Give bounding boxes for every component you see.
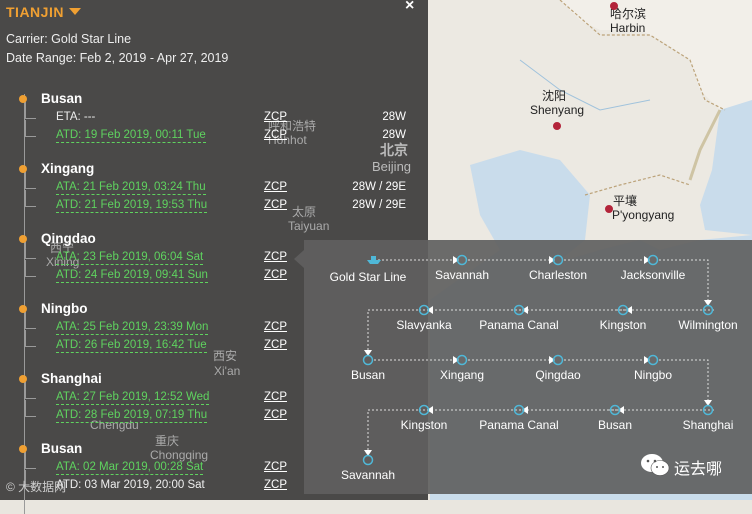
timeline-branch [25, 382, 36, 399]
route-stop-label: Panama Canal [479, 418, 559, 432]
route-stop-label: Busan [350, 368, 386, 382]
port-event-row: ETA: --- ZCP 28W [25, 102, 410, 128]
voyage-code: 28W [382, 129, 406, 141]
service-code-link[interactable]: ZCP [264, 321, 287, 333]
service-code-link[interactable]: ZCP [264, 479, 287, 491]
route-stop-node [362, 454, 374, 466]
wechat-icon [641, 454, 670, 476]
service-code-link[interactable]: ZCP [264, 181, 287, 193]
date-range-info: Date Range: Feb 2, 2019 - Apr 27, 2019 [6, 51, 229, 65]
route-stop-label: Shanghai [682, 418, 734, 432]
city-marker-harbin [610, 2, 618, 10]
timeline-branch [25, 330, 36, 347]
route-popup-pointer [294, 250, 304, 268]
event-time: ETA: --- [56, 111, 96, 123]
event-time: ATD: 03 Mar 2019, 20:00 Sat [56, 479, 205, 491]
event-time[interactable]: ATD: 28 Feb 2019, 07:19 Thu [56, 409, 208, 423]
route-stop-node [362, 354, 374, 366]
service-code-link[interactable]: ZCP [264, 111, 287, 123]
map-label-pyongyang: P'yongyang [612, 208, 675, 222]
route-stop-label: Slavyanka [396, 318, 452, 332]
map-label-shenyang: Shenyang [530, 103, 585, 117]
event-time[interactable]: ATA: 21 Feb 2019, 03:24 Thu [56, 181, 206, 195]
voyage-code: 28W / 29E [352, 181, 406, 193]
service-code-link[interactable]: ZCP [264, 409, 287, 421]
route-stop-label: Jacksonville [620, 268, 686, 282]
event-time[interactable]: ATA: 27 Feb 2019, 12:52 Wed [56, 391, 210, 405]
event-time[interactable]: ATD: 19 Feb 2019, 00:11 Tue [56, 129, 206, 143]
event-time[interactable]: ATA: 02 Mar 2019, 00:28 Sat [56, 461, 204, 475]
port-event-row: ATD: 21 Feb 2019, 19:53 Thu ZCP 28W / 29E [25, 190, 410, 216]
timeline-branch [25, 452, 36, 469]
timeline-branch [25, 242, 36, 259]
service-code-link[interactable]: ZCP [264, 391, 287, 403]
timeline-branch [25, 400, 36, 417]
service-code-link[interactable]: ZCP [264, 461, 287, 473]
route-stop-label: Savannah [434, 268, 490, 282]
timeline-branch [25, 260, 36, 277]
brand-watermark: 运去哪 [674, 461, 723, 478]
route-stop-label: Xingang [439, 368, 485, 382]
route-start-label: Gold Star Line [329, 270, 407, 284]
route-stop-label: Busan [597, 418, 633, 432]
route-stop-label: Panama Canal [479, 318, 559, 332]
map-label-pyongyang-cn: 平壤 [613, 194, 638, 208]
service-code-link[interactable]: ZCP [264, 269, 287, 281]
port-name: Ningbo [41, 301, 88, 316]
event-time[interactable]: ATA: 23 Feb 2019, 06:04 Sat [56, 251, 204, 265]
route-stop-label: Kingston [400, 418, 448, 432]
port-name: Busan [41, 441, 83, 456]
port-name: Xingang [41, 161, 95, 176]
timeline-branch [25, 172, 36, 189]
port-name: Qingdao [41, 231, 96, 246]
event-time[interactable]: ATD: 26 Feb 2019, 16:42 Tue [56, 339, 207, 353]
service-code-link[interactable]: ZCP [264, 129, 287, 141]
map-label-harbin-cn: 哈尔滨 [610, 7, 647, 21]
route-stop-label: Charleston [528, 268, 588, 282]
route-stop-label: Ningbo [633, 368, 673, 382]
city-marker-shenyang [553, 122, 561, 130]
port-event-row: ATA: 21 Feb 2019, 03:24 Thu ZCP 28W / 29E [25, 172, 410, 198]
port-name: Shanghai [41, 371, 102, 386]
carrier-info: Carrier: Gold Star Line [6, 32, 132, 46]
port-event-row: ATD: 19 Feb 2019, 00:11 Tue ZCP 28W [25, 120, 410, 146]
service-code-link[interactable]: ZCP [264, 199, 287, 211]
port-name: Busan [41, 91, 83, 106]
service-code-link[interactable]: ZCP [264, 251, 287, 263]
close-icon[interactable]: × [405, 0, 414, 15]
city-marker-pyongyang [605, 205, 613, 213]
timeline-branch [25, 102, 36, 119]
event-time[interactable]: ATD: 24 Feb 2019, 09:41 Sun [56, 269, 208, 283]
timeline-branch [25, 190, 36, 207]
map-label-shenyang-cn: 沈阳 [542, 89, 567, 103]
corner-watermark: © 大数据网 [6, 480, 67, 494]
caret-down-icon [68, 8, 81, 15]
voyage-code: 28W / 29E [352, 199, 406, 211]
timeline-branch [25, 312, 36, 329]
port-selector-label: TIANJIN [6, 4, 64, 20]
service-code-link[interactable]: ZCP [264, 339, 287, 351]
route-stop-label: Qingdao [535, 368, 581, 382]
route-stop-label: Wilmington [678, 318, 738, 332]
ship-icon [367, 256, 381, 264]
event-time[interactable]: ATD: 21 Feb 2019, 19:53 Thu [56, 199, 208, 213]
timeline-branch [25, 120, 36, 137]
route-stop-label: Savannah [340, 468, 396, 482]
map-label-harbin: Harbin [610, 21, 646, 35]
event-time[interactable]: ATA: 25 Feb 2019, 23:39 Mon [56, 321, 209, 335]
port-selector[interactable]: TIANJIN [6, 4, 81, 20]
route-stop-label: Kingston [599, 318, 647, 332]
voyage-code: 28W [382, 111, 406, 123]
